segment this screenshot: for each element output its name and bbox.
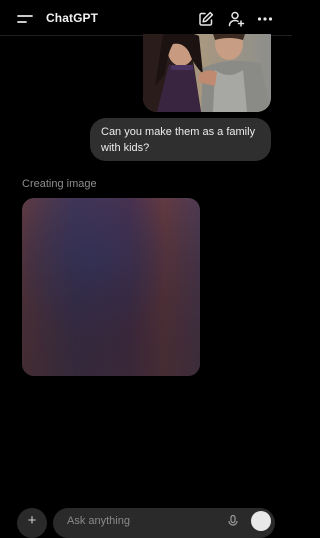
more-icon[interactable] (256, 10, 274, 28)
add-person-icon[interactable] (227, 10, 245, 28)
mic-icon[interactable] (228, 515, 238, 527)
app-title[interactable]: ChatGPT (46, 11, 98, 25)
creating-image-status: Creating image (22, 178, 97, 190)
message-input[interactable]: Ask anything (53, 508, 275, 538)
voice-mode-icon[interactable] (251, 511, 271, 531)
uploaded-photo[interactable] (143, 34, 271, 112)
generating-image-placeholder (22, 198, 200, 376)
top-bar: ChatGPT (0, 0, 292, 36)
user-message-bubble: Can you make them as a family with kids? (90, 118, 271, 161)
couple-photo-image (143, 34, 271, 112)
new-chat-icon[interactable] (197, 10, 215, 28)
plus-icon[interactable]: + (17, 508, 47, 538)
composer-bar: + Ask anything (0, 500, 292, 538)
menu-icon[interactable] (16, 11, 36, 27)
